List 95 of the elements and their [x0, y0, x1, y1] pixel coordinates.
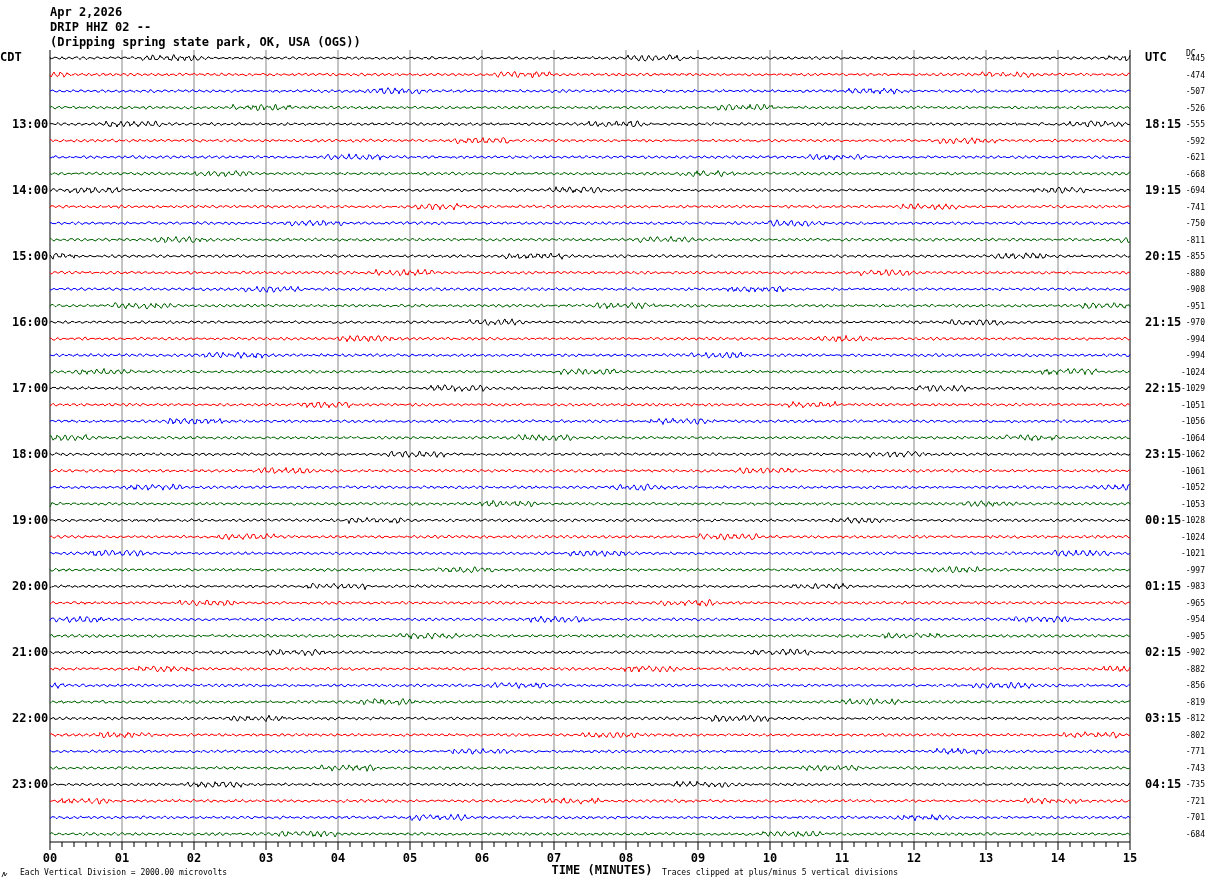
local-time-label: 21:00 — [12, 645, 49, 660]
time-tick-label: 08 — [618, 851, 634, 865]
dc-offset-value: -819 — [1185, 697, 1205, 707]
dc-offset-value: -668 — [1185, 169, 1205, 179]
dc-offset-value: -812 — [1185, 714, 1205, 724]
dc-offset-value: -902 — [1185, 648, 1205, 658]
local-time-label: 23:00 — [12, 777, 49, 792]
time-tick-label: 04 — [330, 851, 346, 865]
dc-offset-value: -684 — [1185, 829, 1205, 839]
dc-offset-value: -474 — [1185, 70, 1205, 80]
time-tick-label: 15 — [1122, 851, 1138, 865]
time-tick-label: 00 — [42, 851, 58, 865]
utc-time-label: 23:15 — [1145, 447, 1182, 462]
dc-offset-value: -526 — [1185, 103, 1205, 113]
utc-time-label: 04:15 — [1145, 777, 1182, 792]
dc-offset-value: -1028 — [1180, 516, 1205, 526]
dc-offset-value: -555 — [1185, 120, 1205, 130]
utc-time-label: 19:15 — [1145, 183, 1182, 198]
left-axis-title: CDT — [0, 50, 22, 64]
local-time-label: 16:00 — [12, 315, 49, 330]
time-tick-label: 07 — [546, 851, 562, 865]
signature-icon — [1, 871, 8, 878]
dc-offset-value: -1053 — [1180, 499, 1205, 509]
dc-offset-value: -811 — [1185, 235, 1205, 245]
dc-offset-value: -1021 — [1180, 549, 1205, 559]
dc-offset-value: -1051 — [1180, 400, 1205, 410]
dc-offset-value: -750 — [1185, 219, 1205, 229]
dc-offset-value: -507 — [1185, 87, 1205, 96]
dc-offset-value: -965 — [1185, 598, 1205, 608]
dc-offset-value: -970 — [1185, 318, 1205, 328]
local-time-label: 20:00 — [12, 579, 49, 594]
dc-offset-value: -951 — [1185, 301, 1205, 311]
dc-offset-value: -701 — [1185, 813, 1205, 823]
location-title: (Dripping spring state park, OK, USA (OGS)) — [50, 35, 361, 49]
dc-offset-value: -856 — [1185, 681, 1205, 691]
dc-offset-value: -445 — [1185, 54, 1205, 63]
dc-offset-value: -954 — [1185, 615, 1205, 625]
scale-note: Each Vertical Division = 2000.00 microvolts — [20, 868, 228, 877]
time-tick-label: 06 — [474, 851, 490, 865]
dc-offset-value: -621 — [1185, 153, 1205, 163]
local-time-label: 14:00 — [12, 183, 49, 198]
utc-time-label: 21:15 — [1145, 315, 1182, 330]
time-tick-label: 12 — [906, 851, 922, 865]
time-tick-label: 01 — [114, 851, 130, 865]
utc-time-label: 01:15 — [1145, 579, 1182, 594]
dc-offset-value: -1061 — [1180, 466, 1205, 476]
dc-offset-value: -994 — [1185, 351, 1205, 361]
dc-offset-value: -882 — [1185, 664, 1205, 674]
dc-offset-value: -1056 — [1180, 417, 1205, 427]
time-tick-label: 02 — [186, 851, 202, 865]
dc-offset-value: -771 — [1185, 747, 1205, 757]
local-time-label: 18:00 — [12, 447, 49, 462]
dc-offset-value: -983 — [1185, 582, 1205, 592]
station-title: DRIP HHZ 02 -- — [50, 20, 152, 34]
utc-time-label: 20:15 — [1145, 249, 1182, 264]
time-tick-label: 05 — [402, 851, 418, 865]
local-time-label: 19:00 — [12, 513, 49, 528]
time-tick-label: 10 — [762, 851, 778, 865]
dc-offset-value: -1064 — [1180, 433, 1205, 443]
dc-offset-value: -735 — [1185, 780, 1205, 790]
time-tick-label: 11 — [834, 851, 850, 865]
date-title: Apr 2,2026 — [50, 5, 123, 19]
dc-offset-value: -905 — [1185, 631, 1205, 641]
dc-offset-value: -743 — [1185, 763, 1205, 773]
utc-time-label: 18:15 — [1145, 117, 1182, 132]
dc-offset-value: -694 — [1185, 186, 1205, 196]
local-time-label: 17:00 — [12, 381, 49, 396]
time-tick-label: 13 — [978, 851, 994, 865]
local-time-label: 13:00 — [12, 117, 49, 132]
time-tick-label: 03 — [258, 851, 274, 865]
dc-offset-value: -802 — [1185, 730, 1205, 740]
dc-offset-value: -1029 — [1180, 384, 1205, 394]
dc-offset-value: -908 — [1185, 285, 1205, 295]
clip-note: Traces clipped at plus/minus 5 vertical divisions — [662, 868, 898, 877]
local-time-label: 22:00 — [12, 711, 49, 726]
utc-time-label: 02:15 — [1145, 645, 1182, 660]
dc-offset-value: -592 — [1185, 136, 1205, 146]
dc-offset-value: -855 — [1185, 252, 1205, 262]
dc-offset-value: -880 — [1185, 268, 1205, 278]
utc-time-label: 22:15 — [1145, 381, 1182, 396]
x-axis-title: TIME (MINUTES) — [551, 863, 653, 877]
dc-offset-value: -1024 — [1180, 367, 1205, 377]
dc-offset-value: -1052 — [1180, 483, 1205, 493]
time-tick-label: 14 — [1050, 851, 1066, 865]
dc-offset-value: -997 — [1185, 565, 1205, 575]
dc-offset-value: -994 — [1185, 334, 1205, 344]
dc-offset-value: -1062 — [1180, 450, 1205, 460]
right-axis-title: UTC — [1145, 50, 1167, 64]
dc-offset-value: -1024 — [1180, 532, 1205, 542]
utc-time-label: 00:15 — [1145, 513, 1182, 528]
dc-offset-value: -741 — [1185, 202, 1205, 212]
dc-offset-value: -721 — [1185, 796, 1205, 806]
utc-time-label: 03:15 — [1145, 711, 1182, 726]
local-time-label: 15:00 — [12, 249, 49, 264]
time-tick-label: 09 — [690, 851, 706, 865]
